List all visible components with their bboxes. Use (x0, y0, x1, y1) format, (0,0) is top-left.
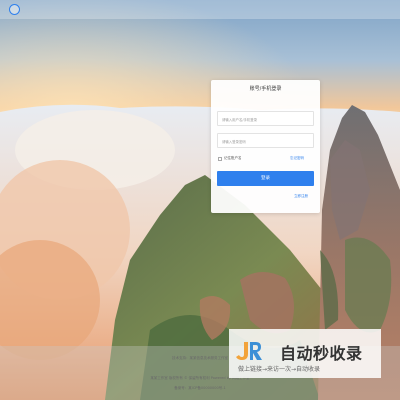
password-placeholder: 请输入登录密码 (222, 140, 246, 144)
username-input[interactable]: 请输入用户名/手机登录 (217, 111, 314, 126)
login-title: 账号/手机登录 (249, 86, 282, 92)
jr-logo-icon (236, 342, 262, 360)
password-input[interactable]: 请输入登录密码 (217, 133, 314, 148)
login-page: 账号/手机登录 请输入用户名/手机登录 请输入登录密码 记住账户名 忘记密码 登… (0, 0, 400, 400)
username-placeholder: 请输入用户名/手机登录 (222, 118, 258, 122)
circle-logo-icon[interactable] (9, 4, 20, 15)
watermark-badge: 自动秒收录 做上链接→来访一次→自动收录 (229, 329, 381, 378)
register-link[interactable]: 立即注册 (294, 194, 308, 199)
top-bar (0, 0, 400, 19)
footer-line-3: 备案号：某ICP备00000000号-1 (174, 386, 226, 390)
watermark-title: 自动秒收录 (280, 344, 363, 363)
watermark-subtitle: 做上链接→来访一次→自动收录 (238, 366, 321, 373)
login-button[interactable]: 登录 (217, 171, 314, 186)
forgot-password-link[interactable]: 忘记密码 (290, 156, 304, 161)
remember-label: 记住账户名 (224, 156, 242, 160)
remember-checkbox[interactable] (218, 156, 222, 161)
